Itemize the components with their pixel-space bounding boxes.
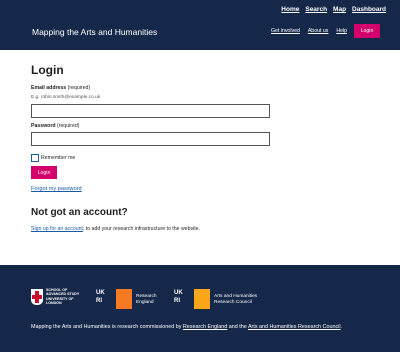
ukri-mark-re: UK RI [96,289,116,309]
site-header: Home Search Map Dashboard Mapping the Ar… [0,0,400,50]
footer-commission-text: Mapping the Arts and Humanities is resea… [31,323,371,332]
footer-text-and: and the [227,324,248,330]
signup-link[interactable]: Sign up for an account [31,226,83,232]
ukri-mark-line1: UK [174,290,183,296]
footer-text-prefix: Mapping the Arts and Humanities is resea… [31,324,183,330]
ukri-mark-line2: RI [174,298,180,304]
nav-about-us-link[interactable]: About us [308,28,328,34]
signup-text: Sign up for an account, to add your rese… [31,226,200,232]
nav-map-link[interactable]: Map [333,6,346,13]
top-navigation: Home Search Map Dashboard [281,6,386,13]
password-required-text: (required) [56,123,80,129]
ahrc-link[interactable]: Arts and Humanities Research Council [248,324,341,330]
ukri-mark-line1: UK [96,290,105,296]
ukri-mark-line2: RI [96,298,102,304]
header-login-button[interactable]: Login [354,24,380,38]
page-title: Login [31,63,64,77]
email-required-text: (required) [67,85,91,91]
site-title[interactable]: Mapping the Arts and Humanities [32,27,157,37]
ahrc-logo-text[interactable]: Arts and Humanities Research Council [214,294,266,305]
research-england-square-icon [116,289,132,309]
password-label: Password (required) [31,123,79,129]
signup-rest-text: , to add your research infrastructure to… [82,226,200,232]
remember-me-label[interactable]: Remember me [41,155,75,161]
password-label-text: Password [31,123,56,129]
footer-text-suffix: . [340,324,343,330]
nav-search-link[interactable]: Search [305,6,327,13]
email-field[interactable] [31,104,270,118]
email-label: Email address (required) [31,85,90,91]
email-hint: E.g. robin.smith@example.co.uk [31,95,101,100]
login-submit-button[interactable]: Login [31,166,57,179]
email-label-text: Email address [31,85,67,91]
ahrc-square-icon [194,289,210,309]
nav-get-involved-link[interactable]: Get involved [271,28,300,34]
nav-dashboard-link[interactable]: Dashboard [352,6,386,13]
research-england-link[interactable]: Research England [183,324,227,330]
sas-logo-text: SCHOOL OF ADVANCED STUDY UNIVERSITY OF L… [46,288,80,306]
signup-heading: Not got an account? [31,207,128,218]
ukri-mark-ahrc: UK RI [174,289,194,309]
crest-icon [31,288,43,305]
forgot-password-link[interactable]: Forgot my password [31,186,82,192]
password-field[interactable] [31,132,270,146]
nav-help-link[interactable]: Help [336,28,347,34]
secondary-navigation: Get involved About us Help [271,28,347,34]
sas-logo[interactable]: SCHOOL OF ADVANCED STUDY UNIVERSITY OF L… [31,288,84,306]
remember-me-checkbox[interactable] [31,154,39,162]
nav-home-link[interactable]: Home [281,6,299,13]
research-england-logo-text[interactable]: Research England [136,294,166,305]
